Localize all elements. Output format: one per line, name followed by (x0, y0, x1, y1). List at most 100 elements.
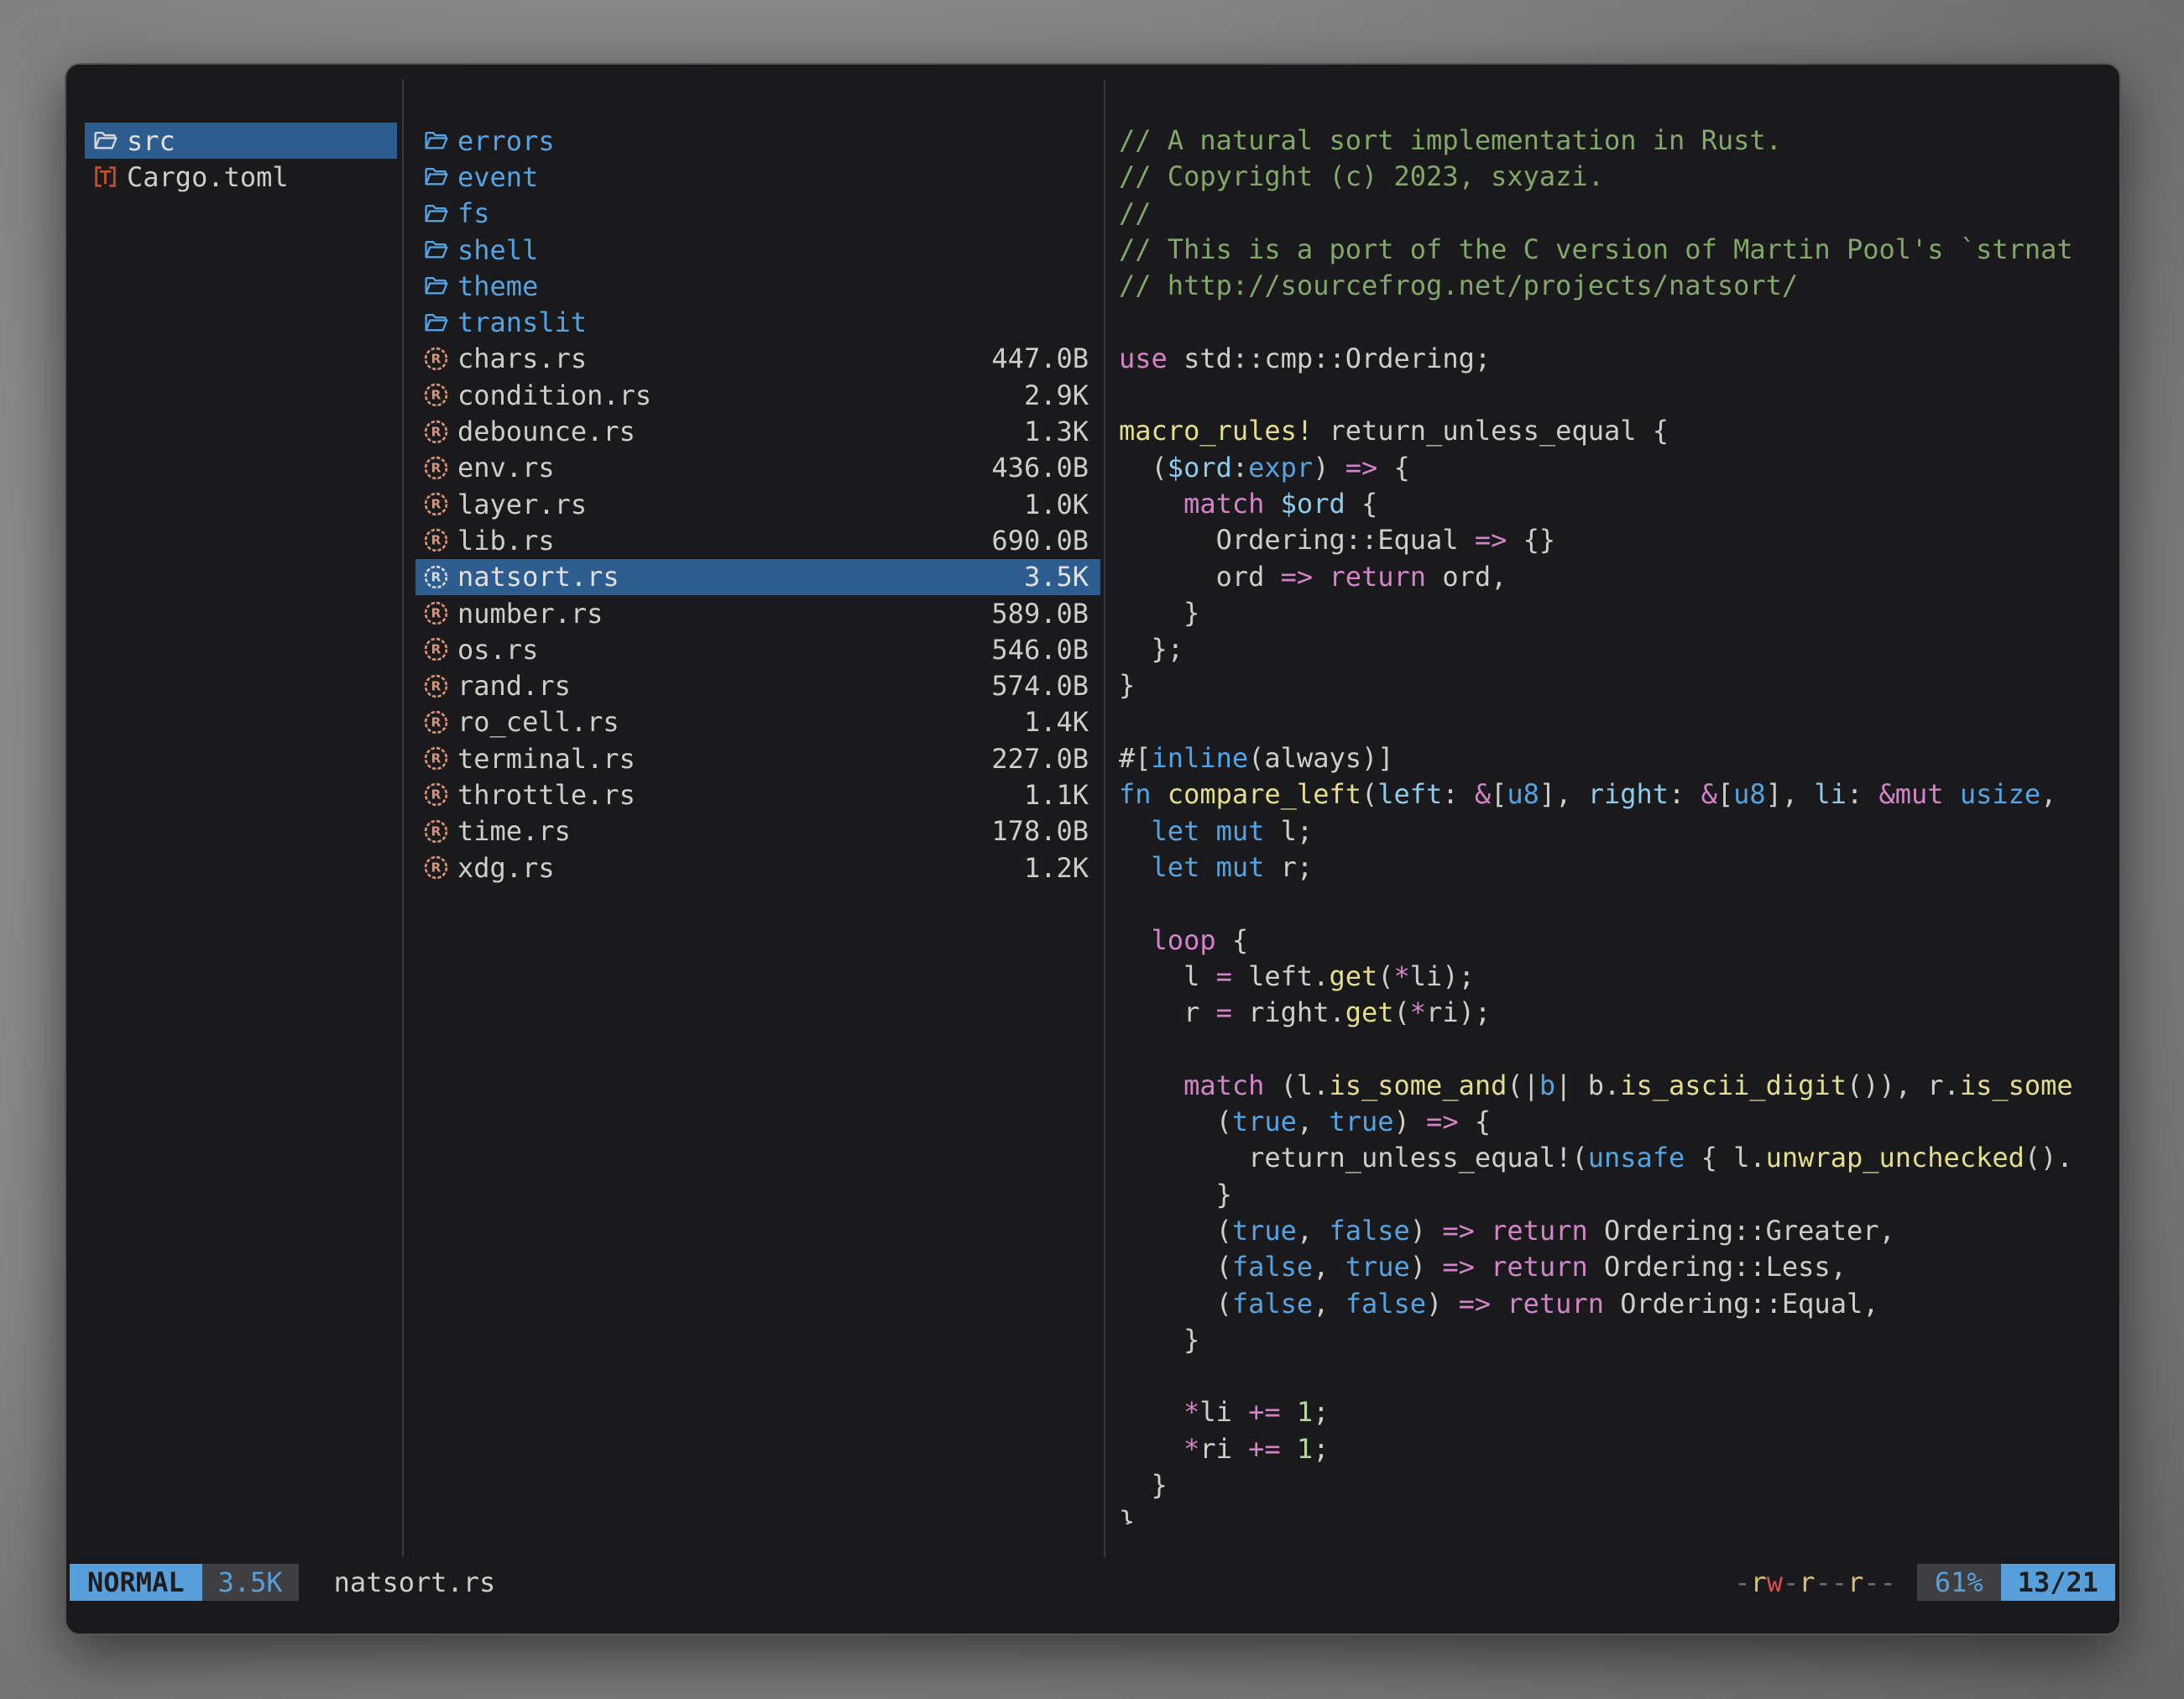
svg-text:R: R (431, 751, 442, 766)
file-row-os.rs[interactable]: Ros.rs546.0B (415, 631, 1100, 667)
rust-file-icon: R (422, 672, 450, 700)
code-line: #[inline(always)] (1119, 740, 2113, 776)
svg-text:R: R (431, 424, 442, 439)
file-row-lib.rs[interactable]: Rlib.rs690.0B (415, 522, 1100, 558)
file-row-Cargo.toml[interactable]: Cargo.toml (85, 159, 397, 195)
file-name: rand.rs (457, 670, 571, 702)
code-line: *ri += 1; (1119, 1431, 2113, 1467)
file-size: 3.5K (1024, 561, 1089, 593)
folder-open-icon (422, 163, 450, 191)
code-line: } (1119, 595, 2113, 631)
file-row-chars.rs[interactable]: Rchars.rs 447.0B (415, 341, 1100, 377)
code-line: // A natural sort implementation in Rust… (1119, 123, 2113, 159)
file-name: src (127, 125, 175, 157)
pane-divider-right (1104, 80, 1105, 1557)
file-row-event[interactable]: event (415, 159, 1100, 195)
rust-file-icon: R (422, 818, 450, 845)
code-line: *li += 1; (1119, 1394, 2113, 1430)
file-size: 574.0B (991, 670, 1089, 702)
file-name: ro_cell.rs (457, 706, 619, 738)
code-line (1119, 704, 2113, 740)
file-name: xdg.rs (457, 852, 555, 884)
file-size: 447.0B (991, 342, 1089, 374)
file-row-layer.rs[interactable]: Rlayer.rs1.0K (415, 486, 1100, 522)
code-line: // http://sourcefrog.net/projects/natsor… (1119, 268, 2113, 304)
svg-text:R: R (431, 388, 442, 403)
file-name: chars.rs (457, 342, 587, 374)
code-line: Ordering::Equal => {} (1119, 522, 2113, 558)
file-name: terminal.rs (457, 743, 635, 775)
svg-text:R: R (431, 533, 442, 548)
code-line: let mut r; (1119, 850, 2113, 886)
code-line: macro_rules! return_unless_equal { (1119, 413, 2113, 449)
code-line: match $ord { (1119, 486, 2113, 522)
code-line: (false, true) => return Ordering::Less, (1119, 1249, 2113, 1285)
file-row-shell[interactable]: shell (415, 232, 1100, 268)
code-line: }; (1119, 631, 2113, 667)
svg-text:R: R (431, 823, 442, 839)
rust-file-icon: R (422, 345, 450, 373)
rust-file-icon: R (422, 854, 450, 881)
svg-text:R: R (431, 715, 442, 730)
file-row-throttle.rs[interactable]: Rthrottle.rs1.1K (415, 776, 1100, 813)
folder-open-icon (422, 200, 450, 227)
file-row-xdg.rs[interactable]: Rxdg.rs1.2K (415, 850, 1100, 886)
file-size-badge: 3.5K (202, 1564, 299, 1601)
file-row-errors[interactable]: errors (415, 123, 1100, 159)
file-row-terminal.rs[interactable]: Rterminal.rs 227.0B (415, 740, 1100, 776)
file-size: 1.4K (1024, 706, 1089, 738)
file-size: 589.0B (991, 598, 1089, 630)
code-line: // (1119, 196, 2113, 232)
file-size: 1.1K (1024, 779, 1089, 811)
svg-text:R: R (431, 860, 442, 876)
rust-file-icon: R (422, 526, 450, 554)
file-name: os.rs (457, 634, 538, 666)
svg-text:R: R (431, 569, 442, 584)
code-line: // Copyright (c) 2023, sxyazi. (1119, 159, 2113, 195)
file-name: number.rs (457, 598, 603, 630)
rust-file-icon: R (422, 708, 450, 736)
code-line: l = left.get(*li); (1119, 959, 2113, 995)
file-row-env.rs[interactable]: Renv.rs436.0B (415, 450, 1100, 486)
file-name: theme (457, 270, 538, 302)
file-row-translit[interactable]: translit (415, 304, 1100, 340)
file-row-rand.rs[interactable]: Rrand.rs 574.0B (415, 667, 1100, 703)
file-size: 227.0B (991, 743, 1089, 775)
pane-divider-left (402, 80, 404, 1557)
code-line: return_unless_equal!(unsafe { l.unwrap_u… (1119, 1140, 2113, 1176)
file-row-time.rs[interactable]: Rtime.rs178.0B (415, 813, 1100, 850)
svg-text:R: R (431, 460, 442, 475)
code-line (1119, 886, 2113, 922)
file-row-ro_cell.rs[interactable]: Rro_cell.rs 1.4K (415, 704, 1100, 740)
file-row-number.rs[interactable]: Rnumber.rs 589.0B (415, 595, 1100, 631)
desktop-background: srcCargo.toml errorseventfsshellthemetra… (0, 0, 2184, 1699)
terminal-window: srcCargo.toml errorseventfsshellthemetra… (65, 63, 2121, 1635)
code-line (1119, 377, 2113, 413)
file-size: 2.9K (1024, 379, 1089, 411)
status-right-group: -rw-r--r-- 61% 13/21 (1734, 1564, 2115, 1601)
code-line: loop { (1119, 923, 2113, 959)
file-row-theme[interactable]: theme (415, 268, 1100, 304)
svg-text:R: R (431, 606, 442, 621)
file-row-natsort.rs[interactable]: Rnatsort.rs3.5K (415, 559, 1100, 595)
code-line: let mut l; (1119, 813, 2113, 850)
rust-file-icon: R (422, 490, 450, 518)
mode-badge: NORMAL (70, 1564, 202, 1601)
rust-file-icon: R (422, 745, 450, 772)
code-line: } (1119, 1503, 2113, 1524)
code-line: // This is a port of the C version of Ma… (1119, 232, 2113, 268)
file-name: fs (457, 197, 490, 229)
file-row-src[interactable]: src (85, 123, 397, 159)
file-row-debounce.rs[interactable]: Rdebounce.rs1.3K (415, 413, 1100, 449)
file-row-fs[interactable]: fs (415, 196, 1100, 232)
code-line: ord => return ord, (1119, 559, 2113, 595)
status-bar: NORMAL 3.5K natsort.rs -rw-r--r-- 61% 13… (70, 1564, 2115, 1601)
rust-file-icon: R (422, 599, 450, 627)
code-line: } (1119, 667, 2113, 703)
scroll-percent-badge: 61% (1917, 1564, 2001, 1601)
code-line: } (1119, 1177, 2113, 1213)
file-row-condition.rs[interactable]: Rcondition.rs2.9K (415, 377, 1100, 413)
folder-open-icon (422, 127, 450, 154)
file-size: 1.0K (1024, 489, 1089, 520)
folder-open-icon (422, 309, 450, 337)
